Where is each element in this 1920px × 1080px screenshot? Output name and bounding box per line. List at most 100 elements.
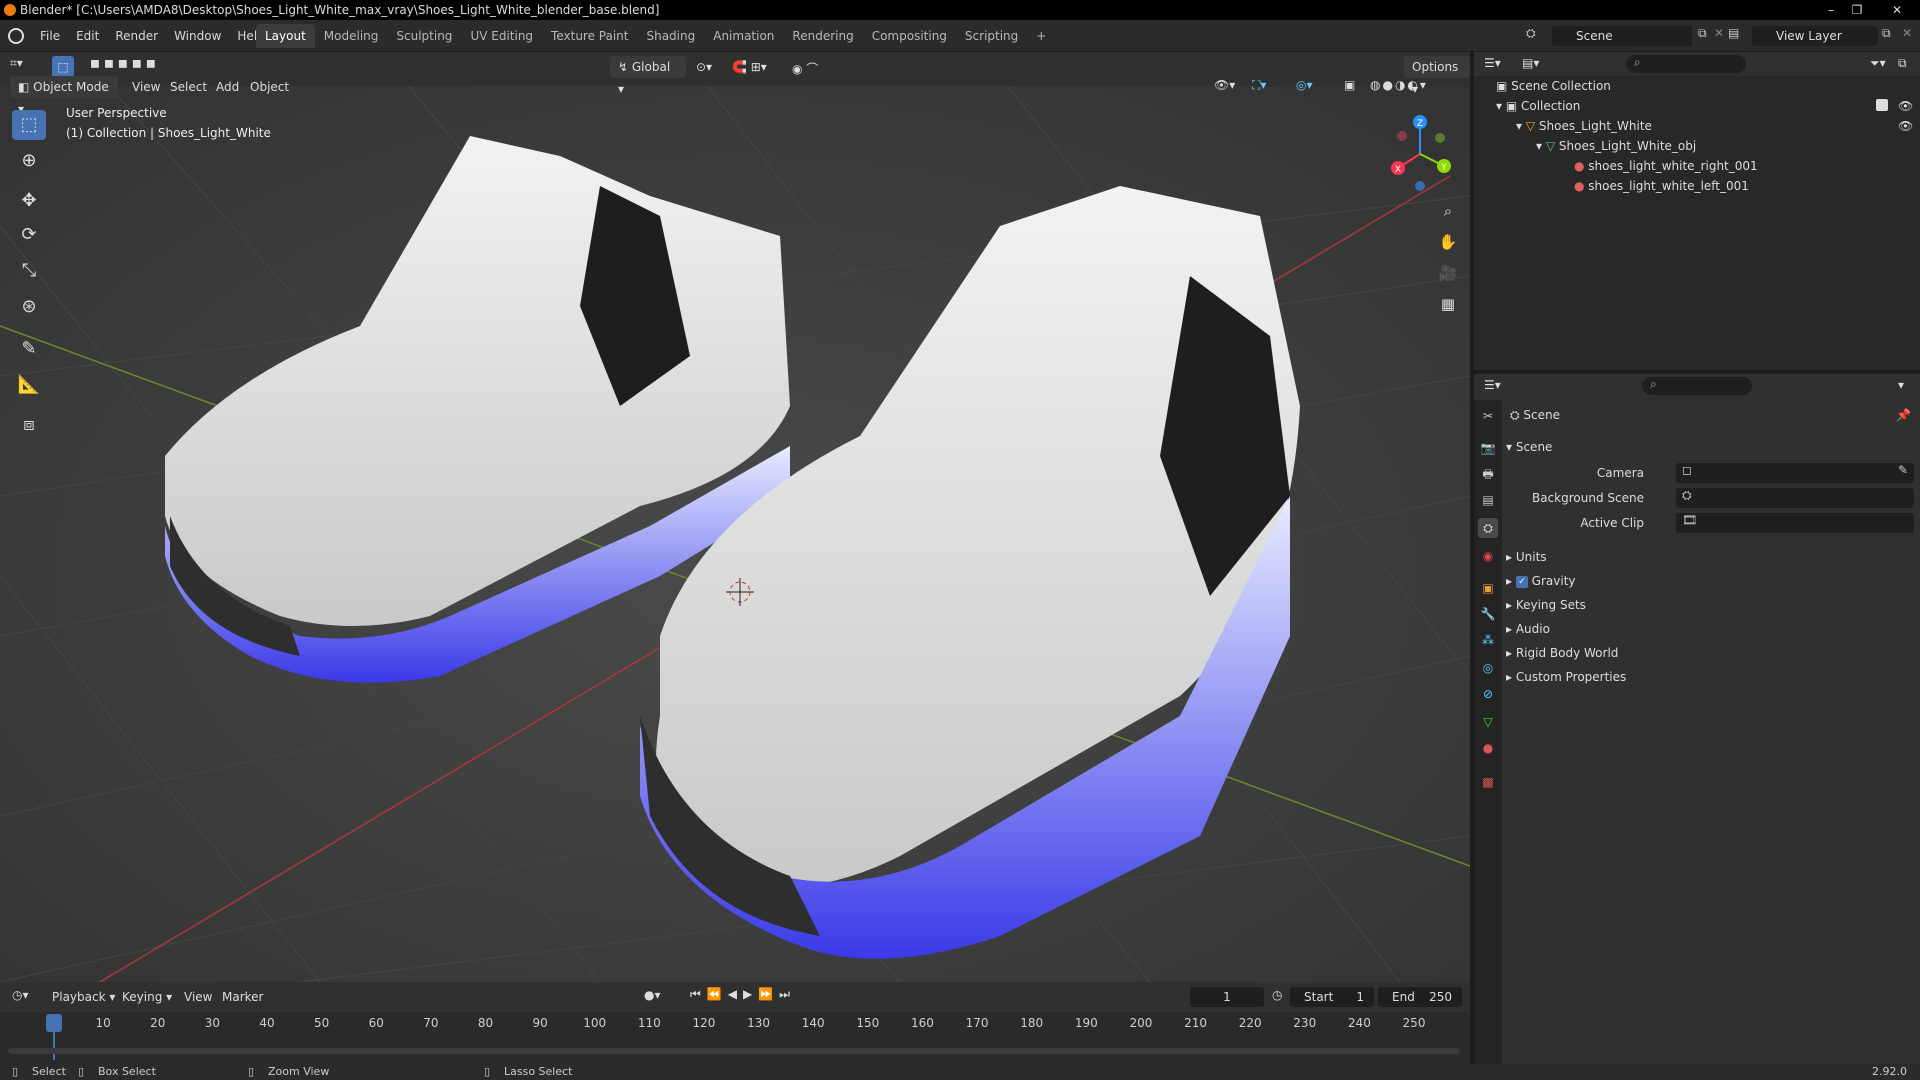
outliner-row-collection[interactable]: ▾ ▣ Collection 👁 bbox=[1474, 96, 1920, 116]
filter-icon[interactable]: ⏷▾ bbox=[1870, 56, 1886, 71]
visibility-eye-icon[interactable]: 👁 bbox=[1898, 96, 1913, 116]
zoom-icon[interactable]: ⌕ bbox=[1436, 196, 1460, 227]
menu-marker[interactable]: Marker bbox=[222, 986, 263, 1008]
tab-texture-paint[interactable]: Texture Paint bbox=[542, 24, 637, 48]
tab-uv-editing[interactable]: UV Editing bbox=[461, 24, 542, 48]
display-mode-icon[interactable]: ▤▾ bbox=[1522, 56, 1539, 70]
blender-menu-icon[interactable] bbox=[8, 28, 24, 44]
exclude-checkbox[interactable] bbox=[1876, 99, 1888, 111]
gravity-checkbox[interactable]: ✓ bbox=[1515, 575, 1528, 588]
gizmo-toggle-icon[interactable]: ⛶▾ bbox=[1252, 78, 1266, 93]
object-tab-icon[interactable]: ▣ bbox=[1478, 578, 1498, 598]
visibility-icon[interactable]: 👁▾ bbox=[1214, 78, 1235, 92]
mode-dropdown[interactable]: ◧ Object Mode ▾ bbox=[10, 76, 118, 116]
camera-field[interactable]: ◻ ✎ bbox=[1676, 463, 1914, 483]
menu-edit[interactable]: Edit bbox=[68, 20, 107, 52]
scale-tool-icon[interactable]: ⤡ bbox=[12, 256, 46, 286]
transform-tool-icon[interactable]: ⊛ bbox=[12, 292, 46, 322]
physics-tab-icon[interactable]: ◎ bbox=[1478, 658, 1498, 678]
data-tab-icon[interactable]: ▽ bbox=[1478, 712, 1498, 732]
delete-scene-icon[interactable]: ✕ bbox=[1714, 26, 1724, 40]
scene-panel-header[interactable]: ▾ Scene bbox=[1506, 436, 1910, 458]
view-layer-selector[interactable]: View Layer bbox=[1752, 26, 1878, 46]
menu-select[interactable]: Select bbox=[170, 76, 207, 98]
properties-editor-icon[interactable]: ☰▾ bbox=[1484, 378, 1501, 392]
editor-type-icon[interactable]: ⌗▾ bbox=[10, 56, 36, 78]
tab-scripting[interactable]: Scripting bbox=[956, 24, 1027, 48]
world-tab-icon[interactable]: ◉ bbox=[1478, 546, 1498, 566]
expand-icon[interactable]: ▾ bbox=[1536, 139, 1546, 153]
snap-icon[interactable]: 🧲 ⊞▾ bbox=[732, 60, 767, 74]
audio-panel[interactable]: ▸ Audio bbox=[1506, 618, 1910, 640]
add-cube-tool-icon[interactable]: ⧈ bbox=[12, 410, 46, 440]
delete-view-layer-icon[interactable]: ✕ bbox=[1902, 26, 1912, 40]
current-frame-field[interactable]: 1 bbox=[1190, 987, 1264, 1007]
select-tool-icon[interactable]: ⬚ bbox=[52, 56, 74, 78]
keying-sets-panel[interactable]: ▸ Keying Sets bbox=[1506, 594, 1910, 616]
maximize-button[interactable]: ❐ bbox=[1844, 0, 1870, 20]
frame-ruler[interactable]: 1102030405060708090100110120130140150160… bbox=[0, 1012, 1470, 1034]
expand-icon[interactable]: ▾ bbox=[1496, 99, 1506, 113]
outliner-row-shoes-obj[interactable]: ▾ ▽ Shoes_Light_White_obj bbox=[1474, 136, 1920, 156]
custom-properties-panel[interactable]: ▸ Custom Properties bbox=[1506, 666, 1910, 688]
record-icon[interactable]: ●▾ bbox=[644, 988, 661, 1002]
annotate-tool-icon[interactable]: ✎ bbox=[12, 334, 46, 364]
timeline[interactable]: 1102030405060708090100110120130140150160… bbox=[0, 1012, 1470, 1064]
timeline-editor-icon[interactable]: ◷▾ bbox=[12, 988, 29, 1002]
new-view-layer-icon[interactable]: ⧉ bbox=[1882, 26, 1891, 41]
options-dropdown[interactable]: Options ▾ bbox=[1404, 56, 1470, 96]
clock-icon[interactable]: ◷ bbox=[1272, 988, 1282, 1002]
rotate-tool-icon[interactable]: ⟳ bbox=[12, 220, 46, 250]
constraints-tab-icon[interactable]: ⊘ bbox=[1478, 684, 1498, 704]
move-tool-icon[interactable]: ✥ bbox=[12, 186, 46, 216]
render-tab-icon[interactable]: 📷 bbox=[1478, 438, 1498, 458]
tab-compositing[interactable]: Compositing bbox=[863, 24, 956, 48]
pivot-icon[interactable]: ⊙▾ bbox=[696, 60, 712, 74]
particles-tab-icon[interactable]: ⁂ bbox=[1478, 630, 1498, 650]
xray-icon[interactable]: ▣ bbox=[1344, 78, 1355, 92]
menu-file[interactable]: File bbox=[32, 20, 68, 52]
menu-playback[interactable]: Playback ▾ bbox=[52, 986, 115, 1008]
menu-object[interactable]: Object bbox=[250, 76, 289, 98]
outliner-row-left-shoe[interactable]: ● shoes_light_white_left_001 bbox=[1474, 176, 1920, 196]
menu-render[interactable]: Render bbox=[107, 20, 166, 52]
select-mode-icons[interactable]: ◼◼◼◼◼ bbox=[90, 56, 160, 70]
modifier-tab-icon[interactable]: 🔧 bbox=[1478, 604, 1498, 624]
proportional-edit-icon[interactable]: ◉ ⌒ bbox=[792, 60, 818, 77]
menu-keying[interactable]: Keying ▾ bbox=[122, 986, 172, 1008]
navigation-gizmo[interactable]: Z X Y bbox=[1380, 110, 1464, 194]
playback-controls[interactable]: ⏮⏪◀▶⏩⏭ bbox=[690, 987, 796, 1002]
outliner-editor-icon[interactable]: ☰▾ bbox=[1484, 56, 1501, 70]
new-collection-icon[interactable]: ⧉ bbox=[1898, 56, 1907, 71]
units-panel[interactable]: ▸ Units bbox=[1506, 546, 1910, 568]
start-frame-field[interactable]: Start 1 bbox=[1290, 987, 1374, 1007]
cursor-tool-icon[interactable]: ⊕ bbox=[12, 146, 46, 176]
tab-rendering[interactable]: Rendering bbox=[783, 24, 862, 48]
outliner-row-shoes-light-white[interactable]: ▾ ▽ Shoes_Light_White 👁 bbox=[1474, 116, 1920, 136]
select-box-tool-icon[interactable]: ⬚ bbox=[12, 110, 46, 140]
texture-tab-icon[interactable]: ▩ bbox=[1478, 772, 1498, 792]
tab-modeling[interactable]: Modeling bbox=[315, 24, 388, 48]
tab-layout[interactable]: Layout bbox=[256, 24, 315, 48]
3d-viewport[interactable]: User Perspective (1) Collection | Shoes_… bbox=[0, 76, 1470, 982]
new-scene-icon[interactable]: ⧉ bbox=[1698, 26, 1707, 41]
menu-add[interactable]: Add bbox=[216, 76, 239, 98]
menu-view[interactable]: View bbox=[132, 76, 160, 98]
outliner-row-scene-collection[interactable]: ▣ Scene Collection bbox=[1474, 76, 1920, 96]
background-scene-field[interactable]: ⛭ bbox=[1676, 488, 1914, 508]
menu-view[interactable]: View bbox=[184, 986, 212, 1008]
close-button[interactable]: ✕ bbox=[1884, 0, 1910, 20]
tab-shading[interactable]: Shading bbox=[637, 24, 704, 48]
properties-options-icon[interactable]: ▾ bbox=[1898, 378, 1904, 392]
tab-sculpting[interactable]: Sculpting bbox=[387, 24, 461, 48]
transform-orientation-dropdown[interactable]: ↯ Global ▾ bbox=[610, 56, 686, 96]
minimize-button[interactable]: – bbox=[1818, 0, 1844, 20]
timeline-scrollbar[interactable] bbox=[8, 1048, 1460, 1054]
playhead[interactable] bbox=[46, 1014, 62, 1032]
outliner-row-right-shoe[interactable]: ● shoes_light_white_right_001 bbox=[1474, 156, 1920, 176]
visibility-eye-icon[interactable]: 👁 bbox=[1898, 116, 1913, 136]
add-workspace-button[interactable]: + bbox=[1027, 24, 1055, 48]
ortho-grid-icon[interactable]: ▦ bbox=[1436, 289, 1460, 320]
gravity-panel[interactable]: ▸ ✓ Gravity bbox=[1506, 570, 1910, 592]
material-tab-icon[interactable]: ● bbox=[1478, 738, 1498, 758]
